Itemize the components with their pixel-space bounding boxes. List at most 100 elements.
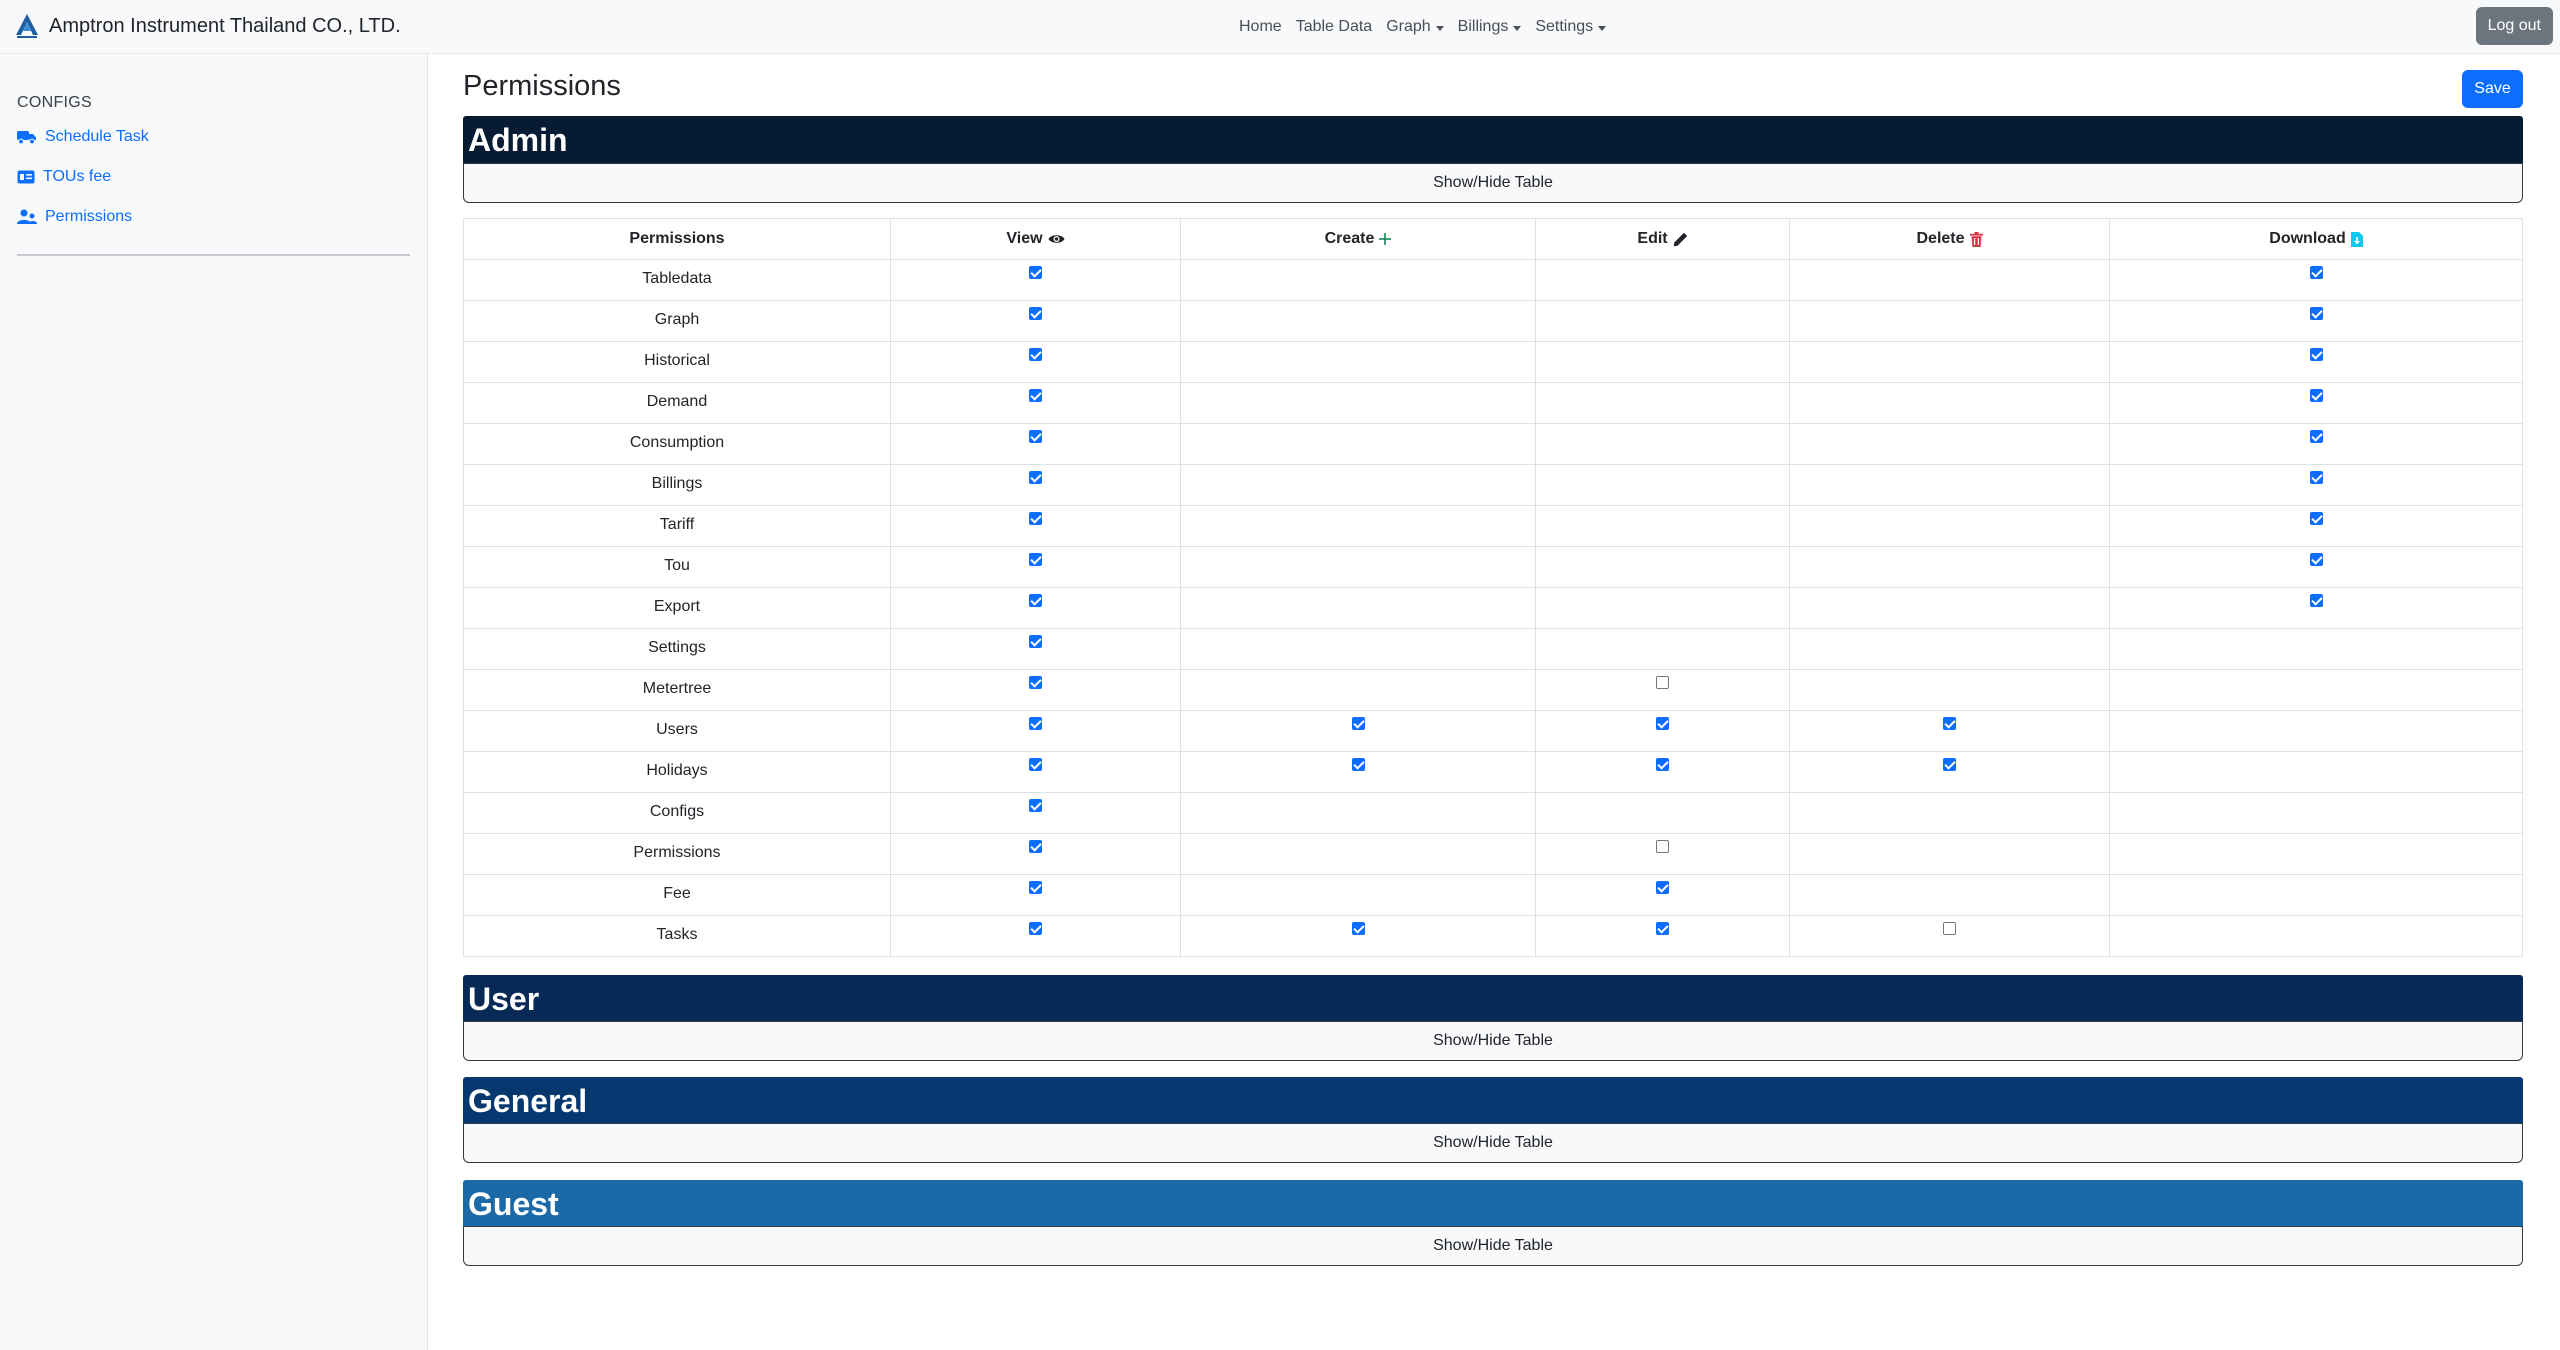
nav-home[interactable]: Home: [1232, 18, 1289, 36]
edit-checkbox[interactable]: [1656, 758, 1669, 771]
permission-create-cell: [1180, 259, 1536, 301]
view-checkbox[interactable]: [1029, 512, 1042, 525]
create-checkbox[interactable]: [1351, 717, 1365, 730]
edit-checkbox[interactable]: [1656, 922, 1669, 935]
download-checkbox[interactable]: [2309, 594, 2323, 607]
permission-edit-cell: [1535, 751, 1790, 793]
caret-down-icon: [1513, 25, 1522, 31]
group-header-user: User: [463, 975, 2523, 1023]
view-checkbox[interactable]: [1029, 922, 1042, 935]
table-row: Historical: [463, 341, 2523, 383]
view-checkbox[interactable]: [1029, 758, 1042, 771]
download-checkbox[interactable]: [2309, 348, 2323, 361]
permission-download-cell: [2109, 505, 2523, 547]
permission-create-cell: [1180, 341, 1536, 383]
edit-checkbox[interactable]: [1656, 717, 1669, 730]
col-permissions-label: Permissions: [629, 230, 725, 247]
view-checkbox[interactable]: [1029, 840, 1042, 853]
view-checkbox[interactable]: [1029, 635, 1042, 648]
create-checkbox[interactable]: [1351, 758, 1365, 771]
edit-checkbox[interactable]: [1656, 840, 1669, 853]
delete-checkbox[interactable]: [1943, 758, 1956, 771]
permission-view-cell: [890, 915, 1181, 957]
nav-home-label: Home: [1239, 18, 1282, 35]
col-edit-label: Edit: [1637, 230, 1668, 247]
view-checkbox[interactable]: [1029, 881, 1042, 894]
permission-name-cell: Settings: [463, 628, 891, 670]
view-checkbox[interactable]: [1029, 553, 1042, 566]
nav-settings-dropdown[interactable]: Settings: [1528, 18, 1613, 36]
edit-checkbox[interactable]: [1656, 676, 1669, 689]
permission-view-cell: [890, 259, 1181, 301]
download-checkbox[interactable]: [2309, 553, 2323, 566]
eye-icon: [1048, 235, 1065, 243]
col-permissions: Permissions: [463, 218, 891, 260]
permission-download-cell: [2109, 464, 2523, 506]
download-checkbox[interactable]: [2309, 430, 2323, 443]
permission-delete-cell: [1789, 874, 2110, 916]
download-checkbox[interactable]: [2309, 266, 2323, 279]
view-checkbox[interactable]: [1029, 594, 1042, 607]
view-checkbox[interactable]: [1029, 717, 1042, 730]
create-checkbox[interactable]: [1351, 922, 1365, 935]
permission-download-cell: [2109, 669, 2523, 711]
sidebar-item-schedule-task[interactable]: Schedule Task: [17, 128, 149, 146]
permission-name-cell: Demand: [463, 382, 891, 424]
save-button[interactable]: Save: [2462, 70, 2523, 108]
permission-name-cell: Tasks: [463, 915, 891, 957]
nav-billings-label: Billings: [1457, 18, 1509, 35]
brand-logo-icon: [16, 14, 38, 38]
nav-billings-dropdown[interactable]: Billings: [1451, 18, 1529, 36]
permission-download-cell: [2109, 833, 2523, 875]
delete-checkbox[interactable]: [1943, 922, 1956, 935]
download-checkbox[interactable]: [2309, 471, 2323, 484]
brand[interactable]: Amptron Instrument Thailand CO., LTD.: [15, 11, 401, 41]
sidebar-divider: [17, 254, 410, 256]
view-checkbox[interactable]: [1029, 471, 1042, 484]
download-checkbox[interactable]: [2309, 307, 2323, 320]
table-row: Tariff: [463, 505, 2523, 547]
permission-download-cell: [2109, 300, 2523, 342]
delete-checkbox[interactable]: [1943, 717, 1956, 730]
table-header-row: Permissions View Create Edit Delete Down…: [463, 218, 2523, 260]
permission-download-cell: [2109, 259, 2523, 301]
view-checkbox[interactable]: [1029, 676, 1042, 689]
table-row: Tou: [463, 546, 2523, 588]
view-checkbox[interactable]: [1029, 799, 1042, 812]
view-checkbox[interactable]: [1029, 430, 1042, 443]
permission-edit-cell: [1535, 259, 1790, 301]
sidebar-item-permissions[interactable]: Permissions: [17, 208, 132, 226]
show-hide-table-button-admin[interactable]: Show/Hide Table: [463, 163, 2523, 203]
view-checkbox[interactable]: [1029, 348, 1042, 361]
download-checkbox[interactable]: [2309, 389, 2323, 402]
download-checkbox[interactable]: [2309, 512, 2323, 525]
edit-checkbox[interactable]: [1656, 881, 1669, 894]
logout-button[interactable]: Log out: [2475, 7, 2553, 45]
permission-create-cell: [1180, 669, 1536, 711]
permission-delete-cell: [1789, 915, 2110, 957]
permission-edit-cell: [1535, 792, 1790, 834]
permission-edit-cell: [1535, 669, 1790, 711]
table-row: Tabledata: [463, 259, 2523, 301]
nav-graph-dropdown[interactable]: Graph: [1379, 18, 1450, 36]
sidebar-item-tous-fee[interactable]: TOUs fee: [17, 168, 111, 186]
view-checkbox[interactable]: [1029, 266, 1042, 279]
group-header-general: General: [463, 1077, 2523, 1125]
table-row: Demand: [463, 382, 2523, 424]
show-hide-table-button-guest[interactable]: Show/Hide Table: [463, 1226, 2523, 1266]
col-edit: Edit: [1535, 218, 1790, 260]
nav-table-data[interactable]: Table Data: [1289, 18, 1380, 36]
view-checkbox[interactable]: [1029, 389, 1042, 402]
permission-create-cell: [1180, 423, 1536, 465]
table-row: Consumption: [463, 423, 2523, 465]
permission-view-cell: [890, 751, 1181, 793]
permission-view-cell: [890, 341, 1181, 383]
permission-delete-cell: [1789, 259, 2110, 301]
show-hide-table-button-general[interactable]: Show/Hide Table: [463, 1123, 2523, 1163]
sidebar-item-label: Schedule Task: [45, 128, 149, 145]
permission-create-cell: [1180, 710, 1536, 752]
permission-delete-cell: [1789, 464, 2110, 506]
show-hide-table-button-user[interactable]: Show/Hide Table: [463, 1021, 2523, 1061]
permission-name-cell: Tou: [463, 546, 891, 588]
view-checkbox[interactable]: [1029, 307, 1042, 320]
